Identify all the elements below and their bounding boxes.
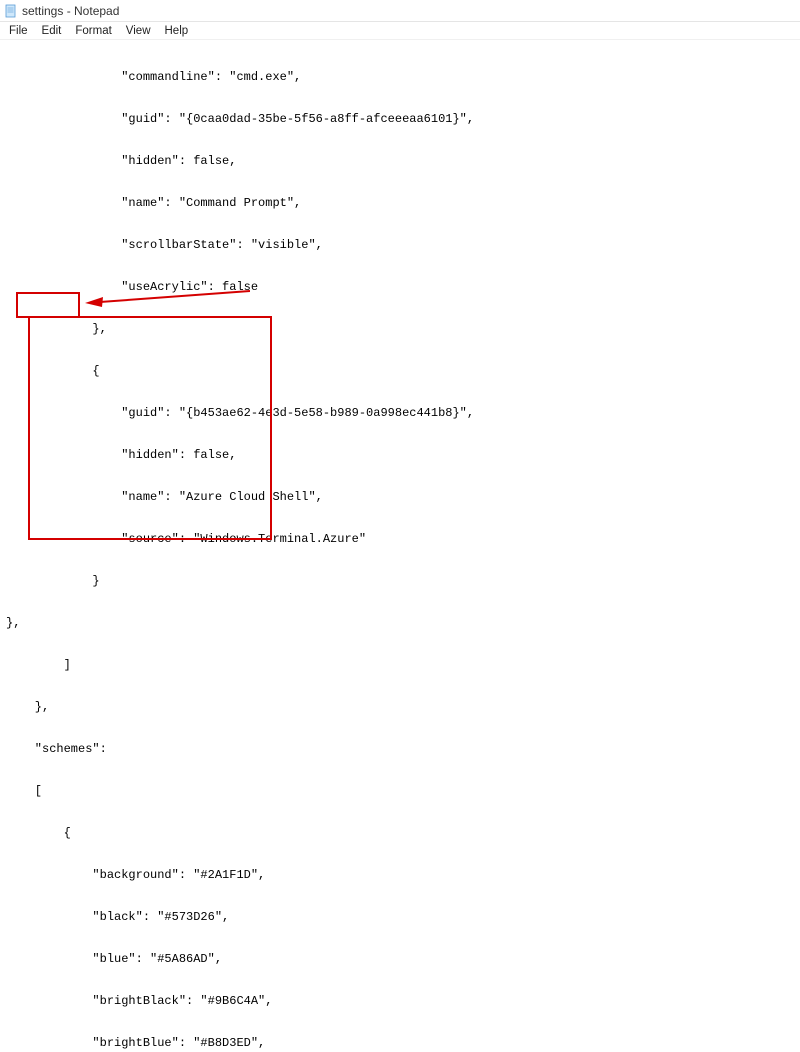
code-line: { [6, 364, 794, 378]
code-line: "name": "Command Prompt", [6, 196, 794, 210]
menubar: File Edit Format View Help [0, 22, 800, 40]
notepad-icon [4, 4, 18, 18]
code-line: "name": "Azure Cloud Shell", [6, 490, 794, 504]
code-line: "scrollbarState": "visible", [6, 238, 794, 252]
window-title: settings - Notepad [22, 4, 119, 18]
code-line: ] [6, 658, 794, 672]
code-line: "hidden": false, [6, 154, 794, 168]
code-line: { [6, 826, 794, 840]
menu-edit[interactable]: Edit [35, 24, 69, 38]
text-editor-area[interactable]: "commandline": "cmd.exe", "guid": "{0caa… [0, 40, 800, 1052]
code-line: "commandline": "cmd.exe", [6, 70, 794, 84]
code-line: "brightBlack": "#9B6C4A", [6, 994, 794, 1008]
code-line: } [6, 574, 794, 588]
code-line: "source": "Windows.Terminal.Azure" [6, 532, 794, 546]
code-line: "hidden": false, [6, 448, 794, 462]
code-line: "guid": "{0caa0dad-35be-5f56-a8ff-afceee… [6, 112, 794, 126]
menu-file[interactable]: File [2, 24, 35, 38]
code-line: "useAcrylic": false [6, 280, 794, 294]
menu-help[interactable]: Help [158, 24, 196, 38]
menu-format[interactable]: Format [68, 24, 118, 38]
code-line: [ [6, 784, 794, 798]
code-line: }, [6, 616, 794, 630]
code-line: "black": "#573D26", [6, 910, 794, 924]
window-titlebar: settings - Notepad [0, 0, 800, 22]
code-line: }, [6, 700, 794, 714]
menu-view[interactable]: View [119, 24, 158, 38]
code-line: "background": "#2A1F1D", [6, 868, 794, 882]
code-line: }, [6, 322, 794, 336]
code-line: "guid": "{b453ae62-4e3d-5e58-b989-0a998e… [6, 406, 794, 420]
code-line: "blue": "#5A86AD", [6, 952, 794, 966]
code-line: "brightBlue": "#B8D3ED", [6, 1036, 794, 1050]
code-line: "schemes": [6, 742, 794, 756]
